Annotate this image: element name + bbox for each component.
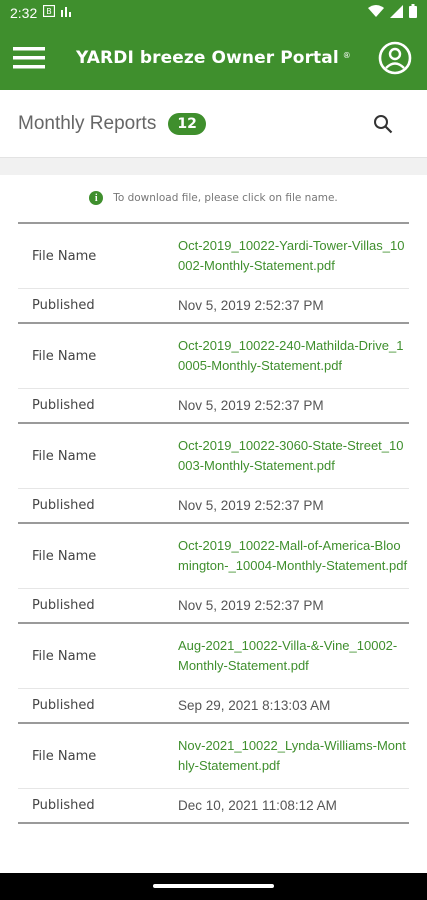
page-title: Monthly Reports — [18, 112, 157, 134]
file-name-row: File Name Oct-2019_10022-Yardi-Tower-Vil… — [18, 224, 409, 289]
file-name-row: File Name Nov-2021_10022_Lynda-Williams-… — [18, 724, 409, 789]
app-bar: YARDI breeze Owner Portal ® — [0, 26, 427, 90]
published-date: Nov 5, 2019 2:52:37 PM — [178, 598, 324, 613]
wifi-icon — [368, 4, 384, 22]
report-item: File Name Oct-2019_10022-Yardi-Tower-Vil… — [18, 224, 409, 324]
published-row: Published Nov 5, 2019 2:52:37 PM — [18, 589, 409, 622]
download-hint: i To download file, please click on file… — [0, 191, 427, 205]
file-name-label: File Name — [32, 748, 97, 764]
file-name-label: File Name — [32, 248, 97, 264]
published-date: Nov 5, 2019 2:52:37 PM — [178, 498, 324, 513]
file-name-link[interactable]: Aug-2021_10022-Villa-&-Vine_10002-Monthl… — [178, 636, 408, 676]
home-gesture-handle[interactable] — [153, 884, 274, 888]
signal-icon — [390, 4, 403, 22]
reports-panel: i To download file, please click on file… — [0, 175, 427, 885]
published-date: Nov 5, 2019 2:52:37 PM — [178, 298, 324, 313]
svg-text:B: B — [47, 7, 53, 16]
file-name-row: File Name Oct-2019_10022-3060-State-Stre… — [18, 424, 409, 489]
published-date: Sep 29, 2021 8:13:03 AM — [178, 698, 331, 713]
published-label: Published — [32, 298, 95, 313]
notification-icon: B — [43, 4, 56, 21]
status-bar: 2:32 B — [0, 0, 427, 26]
app-title-text: YARDI breeze Owner Portal — [76, 48, 339, 68]
published-label: Published — [32, 798, 95, 813]
file-name-link[interactable]: Oct-2019_10022-Yardi-Tower-Villas_10002-… — [178, 236, 408, 276]
battery-icon — [409, 4, 417, 22]
chart-icon — [60, 5, 72, 21]
file-name-link[interactable]: Oct-2019_10022-240-Mathilda-Drive_10005-… — [178, 336, 408, 376]
published-row: Published Nov 5, 2019 2:52:37 PM — [18, 289, 409, 322]
info-icon: i — [89, 191, 104, 205]
status-time: 2:32 — [10, 5, 38, 21]
report-item: File Name Oct-2019_10022-Mall-of-America… — [18, 524, 409, 624]
hamburger-menu-icon[interactable] — [2, 26, 56, 90]
account-circle-icon[interactable] — [375, 38, 415, 78]
published-date: Dec 10, 2021 11:08:12 AM — [178, 798, 337, 813]
published-date: Nov 5, 2019 2:52:37 PM — [178, 398, 324, 413]
file-name-label: File Name — [32, 348, 97, 364]
published-label: Published — [32, 498, 95, 513]
page-header: Monthly Reports 12 — [0, 90, 427, 158]
app-title: YARDI breeze Owner Portal ® — [76, 48, 351, 68]
file-name-link[interactable]: Oct-2019_10022-3060-State-Street_10003-M… — [178, 436, 408, 476]
file-name-row: File Name Oct-2019_10022-Mall-of-America… — [18, 524, 409, 589]
file-name-row: File Name Aug-2021_10022-Villa-&-Vine_10… — [18, 624, 409, 689]
file-name-link[interactable]: Oct-2019_10022-Mall-of-America-Bloomingt… — [178, 536, 408, 576]
search-icon[interactable] — [369, 110, 397, 138]
file-name-link[interactable]: Nov-2021_10022_Lynda-Williams-Monthly-St… — [178, 736, 408, 776]
file-name-row: File Name Oct-2019_10022-240-Mathilda-Dr… — [18, 324, 409, 389]
registered-mark: ® — [342, 51, 351, 60]
published-row: Published Dec 10, 2021 11:08:12 AM — [18, 789, 409, 822]
published-row: Published Sep 29, 2021 8:13:03 AM — [18, 689, 409, 722]
report-item: File Name Aug-2021_10022-Villa-&-Vine_10… — [18, 624, 409, 724]
report-item: File Name Oct-2019_10022-240-Mathilda-Dr… — [18, 324, 409, 424]
published-label: Published — [32, 698, 95, 713]
file-name-label: File Name — [32, 648, 97, 664]
published-row: Published Nov 5, 2019 2:52:37 PM — [18, 389, 409, 422]
published-label: Published — [32, 598, 95, 613]
report-item: File Name Nov-2021_10022_Lynda-Williams-… — [18, 724, 409, 824]
report-count-badge: 12 — [168, 112, 206, 135]
system-navigation-bar — [0, 873, 427, 900]
published-label: Published — [32, 398, 95, 413]
file-name-label: File Name — [32, 548, 97, 564]
report-item: File Name Oct-2019_10022-3060-State-Stre… — [18, 424, 409, 524]
file-name-label: File Name — [32, 448, 97, 464]
published-row: Published Nov 5, 2019 2:52:37 PM — [18, 489, 409, 522]
reports-list: File Name Oct-2019_10022-Yardi-Tower-Vil… — [18, 222, 409, 824]
download-hint-text: To download file, please click on file n… — [113, 192, 338, 204]
